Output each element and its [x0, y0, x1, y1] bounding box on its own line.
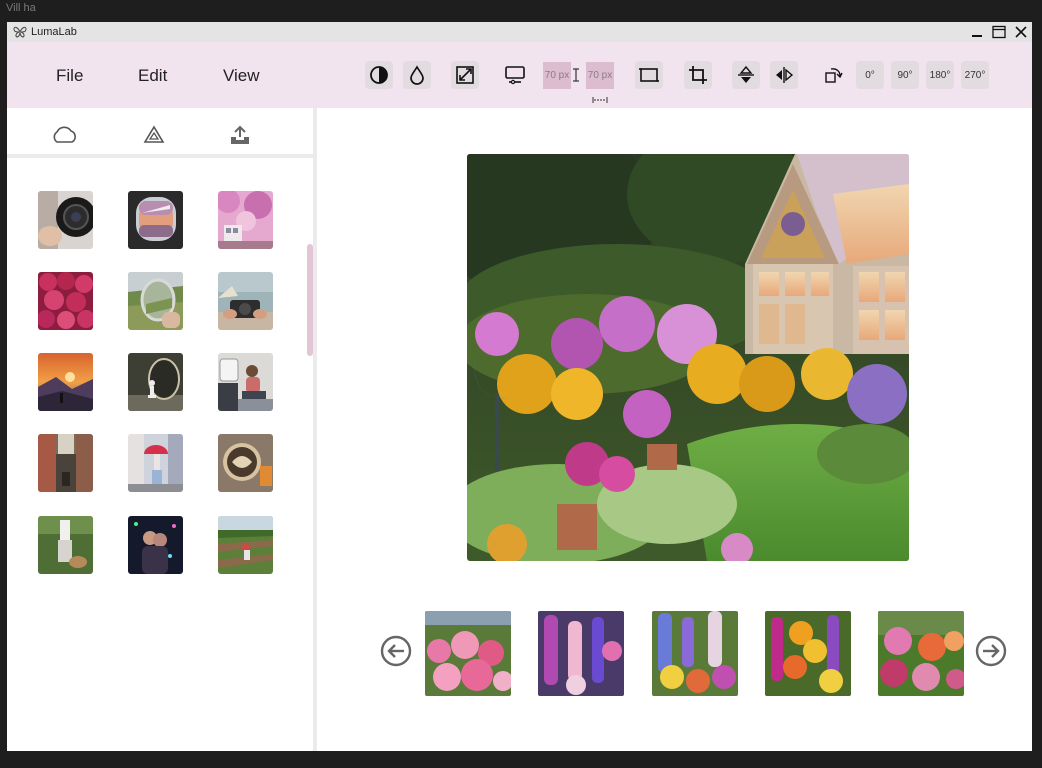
main-image-garden[interactable] [467, 154, 909, 561]
thumbnail-coffee-art[interactable] [218, 434, 273, 492]
rotate-180-button[interactable]: 180° [926, 61, 954, 89]
rotate-icon[interactable] [819, 61, 847, 89]
width-field[interactable]: 70 px [543, 62, 571, 89]
thumbnail-cherry-blossom[interactable] [218, 191, 273, 249]
rotate-270-button[interactable]: 270° [961, 61, 989, 89]
filmstrip-delphinium[interactable] [652, 611, 738, 696]
resize-icon[interactable] [451, 61, 479, 89]
butterfly-logo-icon [13, 26, 27, 38]
toolbar: File Edit View 70 px 70 px 0° 90° 180° 2… [7, 42, 1032, 108]
upload-icon[interactable] [225, 122, 255, 148]
filmstrip-foxglove[interactable] [538, 611, 624, 696]
rotate-90-button[interactable]: 90° [891, 61, 919, 89]
thumbnail-camera-coast[interactable] [218, 272, 273, 330]
previous-arrow-icon[interactable] [380, 635, 412, 667]
menu-edit[interactable]: Edit [138, 66, 167, 86]
thumbnail-raspberries[interactable] [38, 272, 93, 330]
contrast-icon[interactable] [365, 61, 393, 89]
menu-view[interactable]: View [223, 66, 260, 86]
flip-horizontal-icon[interactable] [770, 61, 798, 89]
filmstrip-lupine-marigold[interactable] [765, 611, 851, 696]
height-field[interactable]: 70 px [586, 62, 614, 89]
filmstrip-dahlia-garden[interactable] [425, 611, 511, 696]
window-controls [968, 22, 1030, 42]
thumbnail-umbrella-street[interactable] [128, 434, 183, 492]
menu-file[interactable]: File [56, 66, 83, 86]
thumbnail-airplane-window[interactable] [128, 191, 183, 249]
close-icon[interactable] [1012, 23, 1030, 41]
thumbnail-dog-walk[interactable] [38, 516, 93, 574]
title-bar: LumaLab [7, 22, 1032, 42]
cloud-icon[interactable] [49, 122, 79, 148]
width-arrows-icon [592, 91, 608, 103]
saturation-drop-icon[interactable] [403, 61, 431, 89]
thumbnail-mountain-sunset[interactable] [38, 353, 93, 411]
crop-icon[interactable] [684, 61, 712, 89]
frame-label: Vill ha [6, 2, 36, 14]
thumbnail-camera-lens[interactable] [38, 191, 93, 249]
app-window: LumaLab File Edit View 70 px 70 px 0° 90… [7, 22, 1032, 751]
google-drive-icon[interactable] [139, 122, 169, 148]
thumbnail-night-couple[interactable] [128, 516, 183, 574]
main-canvas [317, 108, 1032, 751]
next-arrow-icon[interactable] [975, 635, 1007, 667]
flip-vertical-icon[interactable] [732, 61, 760, 89]
minimize-icon[interactable] [968, 23, 986, 41]
sidebar [7, 108, 313, 751]
thumbnail-narrow-alley[interactable] [38, 434, 93, 492]
source-bar [7, 108, 313, 158]
display-settings-icon[interactable] [501, 61, 529, 89]
thumbnail-train-reader[interactable] [218, 353, 273, 411]
filmstrip-cottage-garden[interactable] [878, 611, 964, 696]
sidebar-scrollbar[interactable] [307, 244, 313, 356]
maximize-icon[interactable] [990, 23, 1008, 41]
thumbnail-farm-field[interactable] [218, 516, 273, 574]
app-title: LumaLab [31, 26, 77, 38]
thumbnail-car-mirror[interactable] [128, 272, 183, 330]
link-dimensions-icon[interactable] [572, 67, 580, 83]
rotate-0-button[interactable]: 0° [856, 61, 884, 89]
fit-canvas-icon[interactable] [635, 61, 663, 89]
thumbnail-mirror-chess[interactable] [128, 353, 183, 411]
